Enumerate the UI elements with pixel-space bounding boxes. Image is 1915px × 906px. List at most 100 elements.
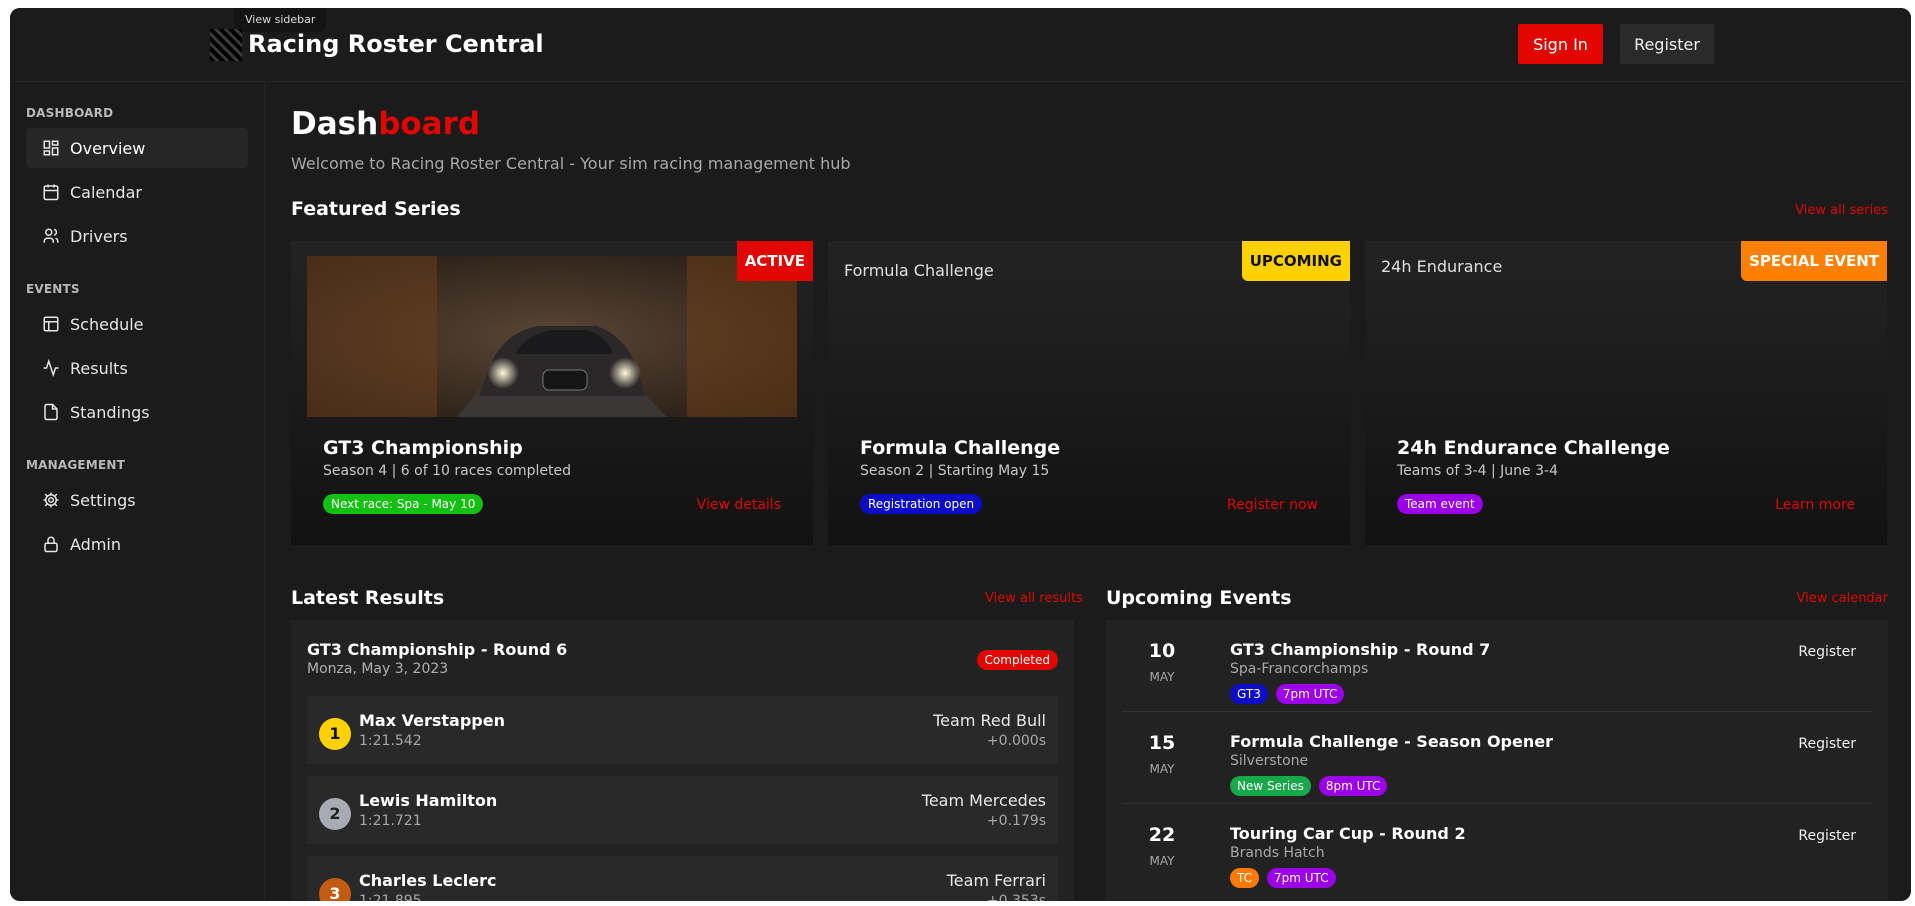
status-badge: ACTIVE (736, 241, 813, 281)
sidebar: DASHBOARD Overview Calendar Drivers EVEN… (10, 82, 265, 901)
sidebar-item-label: Schedule (70, 314, 144, 334)
featured-heading: Featured Series (291, 198, 461, 220)
tag: New Series (1230, 776, 1311, 796)
file-icon (44, 403, 58, 421)
layout-icon (43, 316, 59, 332)
event-month: MAY (1149, 670, 1175, 684)
event-month: MAY (1149, 762, 1175, 776)
sidebar-item-label: Admin (70, 534, 121, 554)
tag: GT3 (1230, 684, 1268, 704)
table-row[interactable]: 3 Charles Leclerc 1:21.895 Team Ferrari … (307, 856, 1058, 901)
view-all-series-link[interactable]: View all series (1795, 203, 1888, 218)
title-part-2: board (378, 106, 481, 142)
results-heading: Latest Results (291, 587, 445, 609)
sidebar-item-label: Drivers (70, 226, 128, 246)
sidebar-item-admin[interactable]: Admin (26, 524, 248, 564)
tag: TC (1230, 868, 1260, 888)
event-register-button[interactable]: Register (1798, 828, 1856, 844)
sidebar-item-results[interactable]: Results (26, 348, 248, 388)
event-location: Spa-Francorchamps (1230, 661, 1369, 677)
page-subtitle: Welcome to Racing Roster Central - Your … (291, 154, 851, 173)
sidebar-item-label: Calendar (70, 182, 142, 202)
race-title: GT3 Championship - Round 6 (307, 640, 568, 659)
card-image-alt: 24h Endurance (1381, 257, 1503, 276)
team-name: Team Mercedes (921, 791, 1046, 810)
position-badge: 2 (319, 798, 351, 830)
series-card-gt3[interactable]: ACTIVE GT3 Championship Season 4 | 6 of … (291, 241, 813, 545)
position-badge: 1 (319, 718, 351, 750)
activity-icon (43, 359, 59, 377)
sidebar-item-settings[interactable]: Settings (26, 480, 248, 520)
list-item[interactable]: 15 MAY Formula Challenge - Season Opener… (1122, 712, 1872, 804)
driver-name: Lewis Hamilton (359, 791, 498, 810)
sidebar-item-standings[interactable]: Standings (26, 392, 248, 432)
event-tags: New Series 8pm UTC (1230, 776, 1388, 796)
event-location: Brands Hatch (1230, 845, 1325, 861)
register-now-link[interactable]: Register now (1227, 497, 1318, 513)
lap-time: 1:21.721 (359, 813, 422, 829)
nav-section-events: EVENTS (26, 282, 80, 296)
event-register-button[interactable]: Register (1798, 736, 1856, 752)
team-event-pill: Team event (1397, 494, 1483, 514)
event-month: MAY (1149, 854, 1175, 868)
event-register-button[interactable]: Register (1798, 644, 1856, 660)
sidebar-item-overview[interactable]: Overview (26, 128, 248, 168)
event-day: 10 (1148, 640, 1176, 662)
position-badge: 3 (319, 878, 351, 901)
driver-name: Charles Leclerc (359, 871, 497, 890)
sidebar-item-schedule[interactable]: Schedule (26, 304, 248, 344)
sidebar-toggle-icon[interactable] (210, 29, 242, 61)
card-subtitle: Teams of 3-4 | June 3-4 (1397, 463, 1558, 479)
series-card-formula[interactable]: Formula Challenge UPCOMING Formula Chall… (828, 241, 1350, 545)
sidebar-item-calendar[interactable]: Calendar (26, 172, 248, 212)
sign-in-button[interactable]: Sign In (1518, 24, 1603, 64)
event-tags: TC 7pm UTC (1230, 868, 1336, 888)
table-row[interactable]: 2 Lewis Hamilton 1:21.721 Team Mercedes … (307, 776, 1058, 844)
card-subtitle: Season 2 | Starting May 15 (860, 463, 1050, 479)
nav-section-management: MANAGEMENT (26, 458, 125, 472)
sidebar-tooltip: View sidebar (234, 8, 327, 32)
learn-more-link[interactable]: Learn more (1775, 497, 1855, 513)
card-image-alt: Formula Challenge (844, 261, 994, 280)
register-button[interactable]: Register (1620, 24, 1714, 64)
series-card-endurance[interactable]: 24h Endurance SPECIAL EVENT 24h Enduranc… (1365, 241, 1887, 545)
top-bar: View sidebar Racing Roster Central Sign … (10, 8, 1911, 82)
next-race-pill: Next race: Spa - May 10 (323, 494, 484, 514)
sidebar-item-label: Settings (70, 490, 136, 510)
sidebar-item-label: Results (70, 358, 128, 378)
gap-time: +0.179s (986, 813, 1046, 829)
event-title: Touring Car Cup - Round 2 (1230, 824, 1466, 843)
registration-pill: Registration open (860, 494, 983, 514)
brand-title[interactable]: Racing Roster Central (248, 30, 544, 58)
event-location: Silverstone (1230, 753, 1309, 769)
nav-section-dashboard: DASHBOARD (26, 106, 114, 120)
gap-time: +0.000s (986, 733, 1046, 749)
calendar-icon (43, 184, 59, 201)
gap-time: +0.353s (986, 893, 1046, 901)
event-title: GT3 Championship - Round 7 (1230, 640, 1491, 659)
latest-results-panel: GT3 Championship - Round 6 Monza, May 3,… (291, 620, 1074, 901)
status-badge: Completed (976, 650, 1058, 670)
card-title: GT3 Championship (323, 437, 523, 459)
view-all-results-link[interactable]: View all results (985, 591, 1083, 606)
sidebar-item-drivers[interactable]: Drivers (26, 216, 248, 256)
tag: 8pm UTC (1318, 776, 1388, 796)
list-item[interactable]: 22 MAY Touring Car Cup - Round 2 Brands … (1122, 804, 1872, 896)
event-day: 22 (1148, 824, 1176, 846)
race-subtitle: Monza, May 3, 2023 (307, 661, 449, 677)
view-calendar-link[interactable]: View calendar (1796, 591, 1888, 606)
view-details-link[interactable]: View details (697, 497, 781, 513)
table-row[interactable]: 1 Max Verstappen 1:21.542 Team Red Bull … (307, 696, 1058, 764)
car-image (307, 256, 797, 417)
list-item[interactable]: 10 MAY GT3 Championship - Round 7 Spa-Fr… (1122, 620, 1872, 712)
grid-icon (43, 140, 59, 156)
team-name: Team Red Bull (933, 711, 1046, 730)
tag: 7pm UTC (1275, 684, 1345, 704)
lap-time: 1:21.542 (359, 733, 422, 749)
tag: 7pm UTC (1267, 868, 1336, 888)
events-heading: Upcoming Events (1106, 587, 1292, 609)
sidebar-item-label: Standings (70, 402, 150, 422)
status-badge: SPECIAL EVENT (1741, 241, 1887, 281)
driver-name: Max Verstappen (359, 711, 505, 730)
team-name: Team Ferrari (946, 871, 1046, 890)
